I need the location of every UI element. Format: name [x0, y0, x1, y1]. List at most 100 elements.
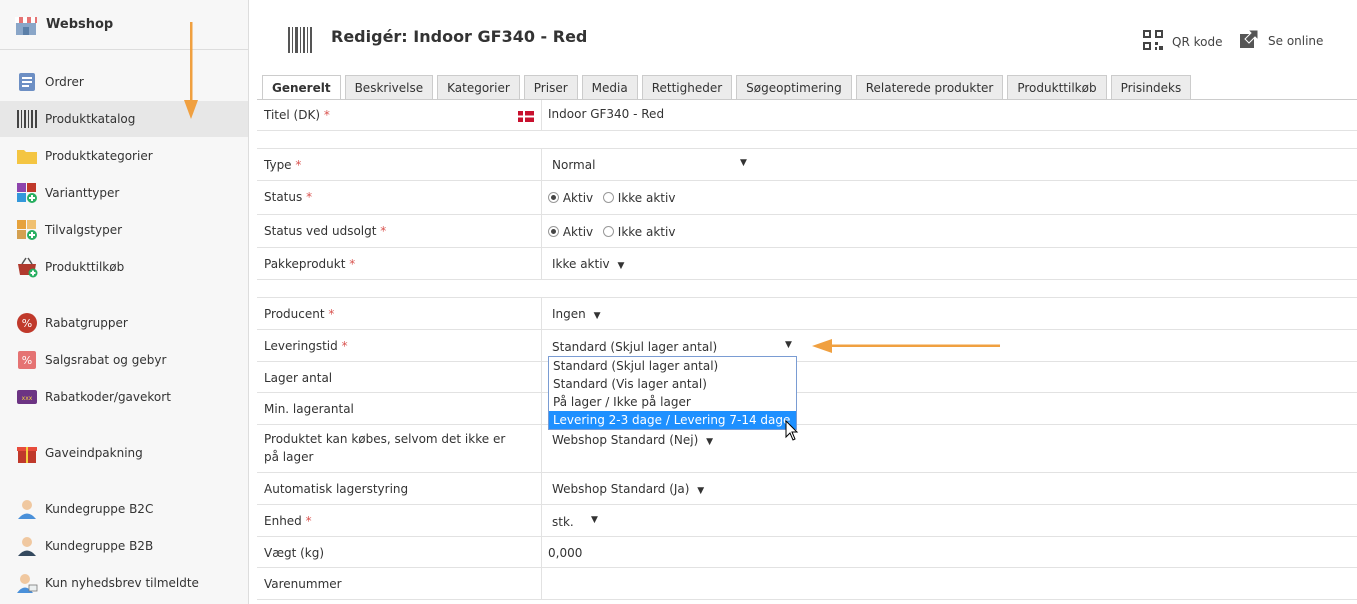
delivery-option[interactable]: Standard (Skjul lager antal)	[549, 357, 796, 375]
buy-oos-label: Produktet kan købes, selvom det ikke er …	[264, 432, 506, 464]
tab-seo[interactable]: Søgeoptimering	[736, 75, 852, 99]
delivery-option-selected[interactable]: Levering 2-3 dage / Levering 7-14 dage	[549, 411, 796, 429]
row-auto-stock: Automatisk lagerstyring Webshop Standard…	[257, 473, 1357, 505]
tab-general[interactable]: Generelt	[262, 75, 341, 100]
row-status: Status * Aktiv Ikke aktiv	[257, 181, 1357, 215]
required-mark: *	[380, 224, 387, 238]
tab-categories[interactable]: Kategorier	[437, 75, 520, 99]
sidebar-item-label: Tilvalgstyper	[45, 223, 123, 237]
chevron-down-icon: ▼	[593, 311, 601, 321]
barcode-icon	[288, 27, 312, 53]
auto-stock-value: Webshop Standard (Ja)	[552, 482, 690, 496]
sidebar-item-label: Kun nyhedsbrev tilmeldte	[45, 576, 199, 590]
sidebar-item-option-types[interactable]: Tilvalgstyper	[0, 212, 248, 248]
producer-label: Producent	[264, 307, 325, 321]
status-label: Status	[264, 190, 303, 204]
sidebar-item-orders[interactable]: Ordrer	[0, 64, 248, 100]
tab-prices[interactable]: Priser	[523, 75, 578, 99]
sidebar-item-label: Rabatkoder/gavekort	[45, 390, 171, 404]
min-stock-label: Min. lagerantal	[264, 402, 354, 416]
soldout-active-label[interactable]: Aktiv	[563, 225, 593, 239]
delivery-select[interactable]: Standard (Skjul lager antal) ▼	[552, 340, 797, 354]
package-value: Ikke aktiv	[552, 257, 610, 271]
voucher-icon: xxx	[16, 386, 38, 408]
sidebar-item-product-addons[interactable]: Produkttilkøb	[0, 249, 248, 285]
qr-code-button[interactable]: QR kode	[1143, 30, 1222, 53]
main: Redigér: Indoor GF340 - Red QR kode Se o…	[257, 0, 1357, 604]
sidebar-item-label: Gaveindpakning	[45, 446, 143, 460]
soldout-inactive-radio[interactable]	[602, 226, 614, 237]
delivery-option[interactable]: Standard (Vis lager antal)	[549, 375, 796, 393]
option-types-icon	[16, 219, 38, 241]
title-input[interactable]: Indoor GF340 - Red	[548, 107, 664, 121]
tab-description[interactable]: Beskrivelse	[344, 75, 434, 99]
buy-oos-select[interactable]: Webshop Standard (Nej) ▼	[552, 433, 713, 447]
status-active-radio[interactable]	[548, 192, 559, 203]
user-icon	[16, 498, 38, 520]
svg-text:%: %	[22, 354, 32, 367]
tab-related-products[interactable]: Relaterede produkter	[855, 75, 1004, 99]
required-mark: *	[323, 108, 330, 122]
tab-product-addons[interactable]: Produkttilkøb	[1007, 75, 1107, 99]
sidebar-item-product-catalog[interactable]: Produktkatalog	[0, 101, 248, 137]
package-select[interactable]: Ikke aktiv ▼	[552, 257, 624, 271]
sidebar-item-label: Rabatgrupper	[45, 316, 128, 330]
weight-input[interactable]: 0,000	[548, 546, 582, 560]
sku-input[interactable]	[548, 574, 748, 594]
unit-select[interactable]: stk. ▼	[552, 515, 602, 529]
barcode-icon	[16, 108, 38, 130]
chevron-down-icon: ▼	[591, 515, 598, 525]
auto-stock-select[interactable]: Webshop Standard (Ja) ▼	[552, 482, 704, 496]
tab-media[interactable]: Media	[581, 75, 638, 99]
sidebar-item-customer-b2b[interactable]: Kundegruppe B2B	[0, 528, 248, 564]
required-mark: *	[295, 158, 302, 172]
status-active-label[interactable]: Aktiv	[563, 191, 593, 205]
mouse-cursor-icon	[785, 419, 799, 442]
sidebar-item-vouchers[interactable]: xxx Rabatkoder/gavekort	[0, 379, 248, 415]
sidebar-item-label: Salgsrabat og gebyr	[45, 353, 167, 367]
status-inactive-label[interactable]: Ikke aktiv	[618, 191, 676, 205]
required-mark: *	[328, 307, 335, 321]
sidebar-item-sales-discount[interactable]: % Salgsrabat og gebyr	[0, 342, 248, 378]
chevron-down-icon: ▼	[697, 486, 705, 496]
view-online-button[interactable]: Se online	[1240, 29, 1323, 51]
chevron-down-icon: ▼	[785, 340, 792, 350]
required-mark: *	[349, 257, 356, 271]
weight-label: Vægt (kg)	[264, 546, 325, 560]
status-inactive-radio[interactable]	[602, 192, 614, 203]
soldout-active-radio[interactable]	[548, 226, 559, 237]
qr-icon	[1143, 30, 1163, 53]
sku-label: Varenummer	[264, 577, 342, 591]
title-label: Titel (DK)	[264, 108, 321, 122]
tab-price-index[interactable]: Prisindeks	[1110, 75, 1192, 99]
page-title: Redigér: Indoor GF340 - Red	[331, 27, 588, 46]
stock-label: Lager antal	[264, 371, 333, 385]
sidebar-item-discount-groups[interactable]: % Rabatgrupper	[0, 305, 248, 341]
delivery-option[interactable]: På lager / Ikke på lager	[549, 393, 796, 411]
required-mark: *	[306, 190, 313, 204]
external-link-icon	[1240, 29, 1259, 51]
package-label: Pakkeprodukt	[264, 257, 346, 271]
sidebar-item-customer-b2c[interactable]: Kundegruppe B2C	[0, 491, 248, 527]
sidebar-item-label: Kundegruppe B2C	[45, 502, 154, 516]
chevron-down-icon: ▼	[706, 437, 714, 447]
row-buy-out-of-stock: Produktet kan købes, selvom det ikke er …	[257, 425, 1357, 473]
sidebar-item-variant-types[interactable]: Varianttyper	[0, 175, 248, 211]
brand[interactable]: Webshop	[0, 0, 248, 50]
sidebar-item-product-categories[interactable]: Produktkategorier	[0, 138, 248, 174]
sidebar-item-label: Ordrer	[45, 75, 84, 89]
type-select[interactable]: Normal ▼	[552, 158, 752, 172]
delivery-label: Leveringstid	[264, 339, 338, 353]
app-title: Webshop	[46, 17, 114, 32]
sidebar-item-gift-wrapping[interactable]: Gaveindpakning	[0, 435, 248, 471]
producer-select[interactable]: Ingen ▼	[552, 307, 601, 321]
section-divider	[257, 131, 1357, 149]
tab-rights[interactable]: Rettigheder	[641, 75, 733, 99]
required-mark: *	[305, 514, 312, 528]
sidebar-item-newsletter[interactable]: Kun nyhedsbrev tilmeldte	[0, 565, 248, 601]
sidebar-item-label: Produktkategorier	[45, 149, 153, 163]
orders-icon	[16, 71, 38, 93]
soldout-inactive-label[interactable]: Ikke aktiv	[618, 225, 676, 239]
gift-icon	[16, 442, 38, 464]
required-mark: *	[341, 339, 348, 353]
